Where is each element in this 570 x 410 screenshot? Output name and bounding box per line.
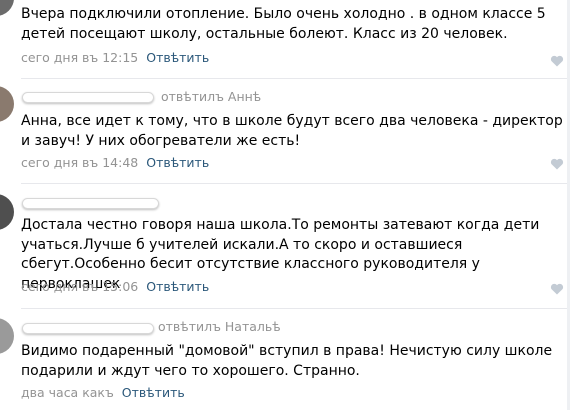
comment-time[interactable]: два часа какъ [21,385,114,400]
like-icon[interactable] [550,158,564,170]
comment-text: Видимо подаренный "домовой" вступил в пр… [21,343,553,379]
reply-to-label[interactable]: отвѣтилъ Натальѣ [158,319,281,334]
divider [21,308,570,309]
comment-time[interactable]: сего дня въ 14:48 [21,155,138,170]
comment-text: Анна, все идет к тому, что в школе будут… [21,113,563,149]
avatar[interactable] [0,194,14,230]
like-icon[interactable] [550,283,564,295]
redacted-author-name [22,323,154,334]
comment-meta: сего дня въ 15:06 Отвѣтить [21,279,209,294]
reply-link[interactable]: Отвѣтить [146,279,209,294]
avatar[interactable] [0,318,14,354]
comment-meta: два часа какъ Отвѣтить [21,385,185,400]
divider [21,78,570,79]
reply-link[interactable]: Отвѣтить [146,155,209,170]
reply-to-label[interactable]: отвѣтилъ Аннѣ [161,89,261,104]
avatar[interactable] [0,86,14,122]
divider [21,183,570,184]
comment-meta: сего дня въ 12:15 Отвѣтить [21,50,209,65]
redacted-author-name [22,198,159,209]
comment-text: Вчера подключили отопление. Было очень х… [21,6,546,42]
comment-meta: сего дня въ 14:48 Отвѣтить [21,155,209,170]
redacted-author-name [22,92,154,103]
avatar[interactable] [0,0,14,16]
reply-link[interactable]: Отвѣтить [122,385,185,400]
comment-time[interactable]: сего дня въ 12:15 [21,50,138,65]
reply-link[interactable]: Отвѣтить [146,50,209,65]
comment-time[interactable]: сего дня въ 15:06 [21,279,138,294]
like-icon[interactable] [550,55,564,67]
